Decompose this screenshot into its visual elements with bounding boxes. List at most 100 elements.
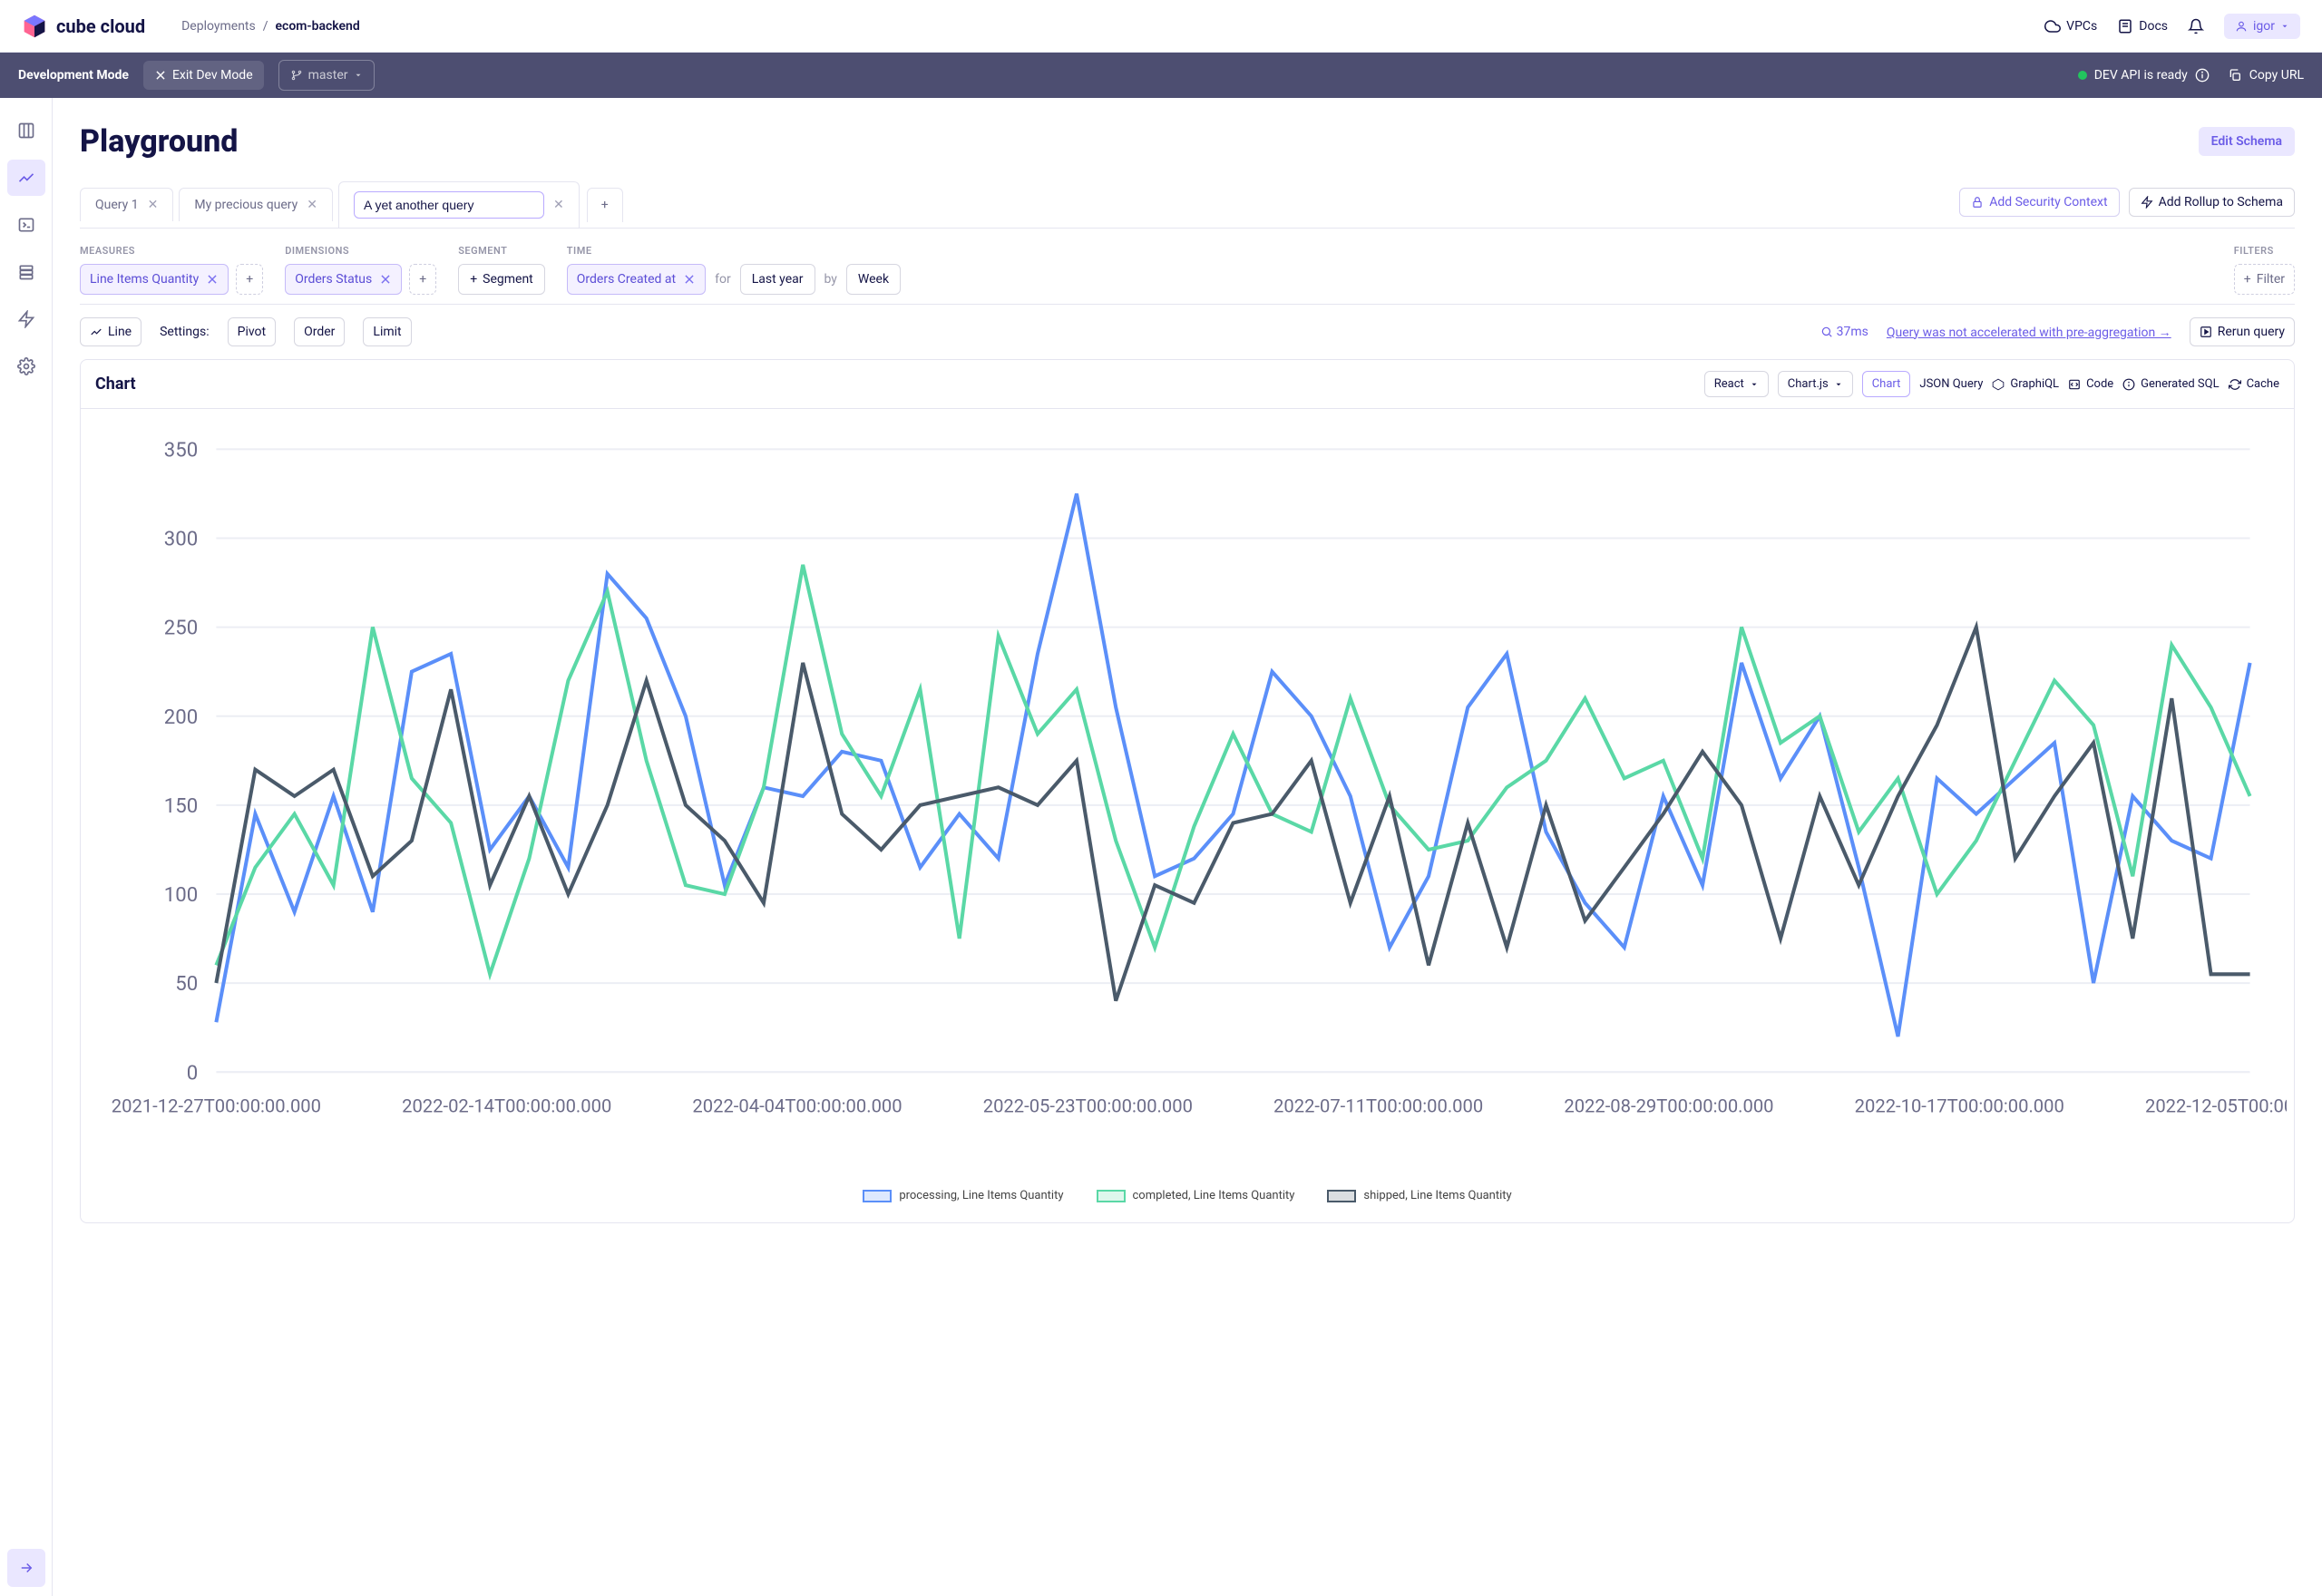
dimension-chip[interactable]: Orders Status (285, 264, 402, 295)
viz-type-select[interactable]: Line (80, 317, 141, 346)
refresh-icon (2229, 378, 2241, 391)
logo[interactable]: cube cloud (22, 14, 145, 39)
add-dimension-button[interactable]: + (409, 264, 436, 295)
cloud-icon (2044, 18, 2061, 34)
gear-icon (17, 357, 35, 375)
settings-label: Settings: (160, 325, 210, 339)
pivot-button[interactable]: Pivot (228, 317, 276, 346)
rerun-query-button[interactable]: Rerun query (2190, 317, 2295, 346)
brand-name: cube cloud (56, 15, 145, 37)
svg-text:0: 0 (187, 1061, 198, 1085)
status-dot-icon (2078, 71, 2087, 80)
add-filter-button[interactable]: + Filter (2234, 264, 2295, 295)
query-tab-name-input[interactable] (354, 191, 544, 219)
svg-text:2022-07-11T00:00:00.000: 2022-07-11T00:00:00.000 (1273, 1095, 1483, 1117)
legend-item[interactable]: shipped, Line Items Quantity (1327, 1189, 1511, 1202)
line-chart: 0501001502002503003502021-12-27T00:00:00… (88, 413, 2287, 1182)
notifications-button[interactable] (2188, 18, 2204, 34)
time-label: TIME (567, 245, 901, 257)
chevron-down-icon (1834, 380, 1843, 389)
graphql-icon (1992, 378, 2005, 391)
order-button[interactable]: Order (294, 317, 345, 346)
legend-item[interactable]: processing, Line Items Quantity (863, 1189, 1063, 1202)
close-icon[interactable]: ✕ (148, 198, 159, 212)
svg-text:150: 150 (164, 794, 198, 818)
database-icon (17, 263, 35, 281)
sidebar-item-schema[interactable] (7, 254, 45, 290)
close-icon[interactable] (379, 273, 392, 286)
time-range-select[interactable]: Last year (740, 264, 815, 295)
add-security-context-button[interactable]: Add Security Context (1959, 188, 2119, 217)
user-menu[interactable]: igor (2224, 14, 2300, 39)
lightning-icon (2141, 196, 2153, 209)
cube-logo-icon (22, 14, 47, 39)
arrow-right-icon (18, 1560, 34, 1576)
svg-text:2022-10-17T00:00:00.000: 2022-10-17T00:00:00.000 (1855, 1095, 2064, 1117)
time-dimension-chip[interactable]: Orders Created at (567, 264, 706, 295)
limit-button[interactable]: Limit (363, 317, 411, 346)
svg-text:200: 200 (164, 706, 198, 729)
sidebar-item-preagg[interactable] (7, 301, 45, 337)
docs-link[interactable]: Docs (2117, 18, 2168, 34)
lock-icon (1971, 196, 1984, 209)
search-icon (1820, 326, 1833, 338)
copy-url-button[interactable]: Copy URL (2228, 68, 2304, 83)
sidebar-item-settings[interactable] (7, 348, 45, 384)
dimensions-label: DIMENSIONS (285, 245, 436, 257)
chevron-down-icon (2280, 22, 2289, 31)
add-measure-button[interactable]: + (236, 264, 263, 295)
svg-text:250: 250 (164, 617, 198, 640)
measure-chip[interactable]: Line Items Quantity (80, 264, 229, 295)
time-grain-select[interactable]: Week (846, 264, 901, 295)
exit-dev-mode-button[interactable]: Exit Dev Mode (143, 61, 264, 90)
cache-tab[interactable]: Cache (2229, 377, 2279, 391)
terminal-icon (17, 216, 35, 234)
edit-schema-button[interactable]: Edit Schema (2199, 127, 2295, 156)
sidebar-item-terminal[interactable] (7, 207, 45, 243)
close-icon[interactable]: ✕ (307, 198, 317, 212)
close-icon[interactable]: ✕ (553, 198, 564, 212)
generated-sql-tab[interactable]: Generated SQL (2122, 377, 2219, 391)
user-icon (2235, 20, 2248, 33)
sidebar-item-playground[interactable] (7, 160, 45, 196)
svg-text:100: 100 (164, 883, 198, 907)
dev-api-status: DEV API is ready (2094, 68, 2188, 83)
preaggregation-warning-link[interactable]: Query was not accelerated with pre-aggre… (1887, 325, 2171, 340)
add-segment-button[interactable]: + Segment (458, 264, 545, 295)
code-tab[interactable]: Code (2068, 377, 2113, 391)
sidebar-collapse-button[interactable] (7, 1549, 45, 1587)
close-icon[interactable] (683, 273, 696, 286)
query-time-badge[interactable]: 37ms (1820, 325, 1868, 339)
vpcs-link[interactable]: VPCs (2044, 18, 2097, 34)
breadcrumb-current[interactable]: ecom-backend (276, 19, 360, 34)
framework-select[interactable]: React (1704, 371, 1769, 397)
sidebar-item-dashboard[interactable] (7, 112, 45, 149)
add-rollup-button[interactable]: Add Rollup to Schema (2129, 188, 2295, 217)
query-tab-2[interactable]: My precious query ✕ (179, 188, 333, 221)
page-title: Playground (80, 123, 238, 160)
svg-text:350: 350 (164, 438, 198, 462)
close-icon[interactable] (206, 273, 219, 286)
lightning-icon (17, 310, 35, 328)
svg-text:2022-02-14T00:00:00.000: 2022-02-14T00:00:00.000 (402, 1095, 611, 1117)
code-icon (2068, 378, 2081, 391)
close-icon (154, 69, 167, 82)
legend-item[interactable]: completed, Line Items Quantity (1097, 1189, 1295, 1202)
chart-tab-button[interactable]: Chart (1862, 371, 1911, 397)
json-query-tab[interactable]: JSON Query (1919, 377, 1983, 391)
add-tab-button[interactable]: + (587, 188, 623, 222)
query-tab-3[interactable]: ✕ (338, 181, 580, 228)
chart-lib-select[interactable]: Chart.js (1778, 371, 1853, 397)
breadcrumb: Deployments / ecom-backend (181, 19, 360, 34)
query-tab-1[interactable]: Query 1 ✕ (80, 188, 173, 221)
dev-mode-label: Development Mode (18, 68, 129, 83)
chart-legend: processing, Line Items Quantity completed… (88, 1182, 2287, 1212)
info-icon (2122, 378, 2135, 391)
breadcrumb-root[interactable]: Deployments (181, 19, 256, 34)
graphiql-tab[interactable]: GraphiQL (1992, 377, 2059, 391)
svg-text:2022-08-29T00:00:00.000: 2022-08-29T00:00:00.000 (1564, 1095, 1773, 1117)
info-icon[interactable] (2195, 68, 2210, 83)
chart-line-icon (17, 169, 35, 187)
branch-select[interactable]: master (278, 60, 375, 91)
chart-line-icon (90, 326, 102, 338)
